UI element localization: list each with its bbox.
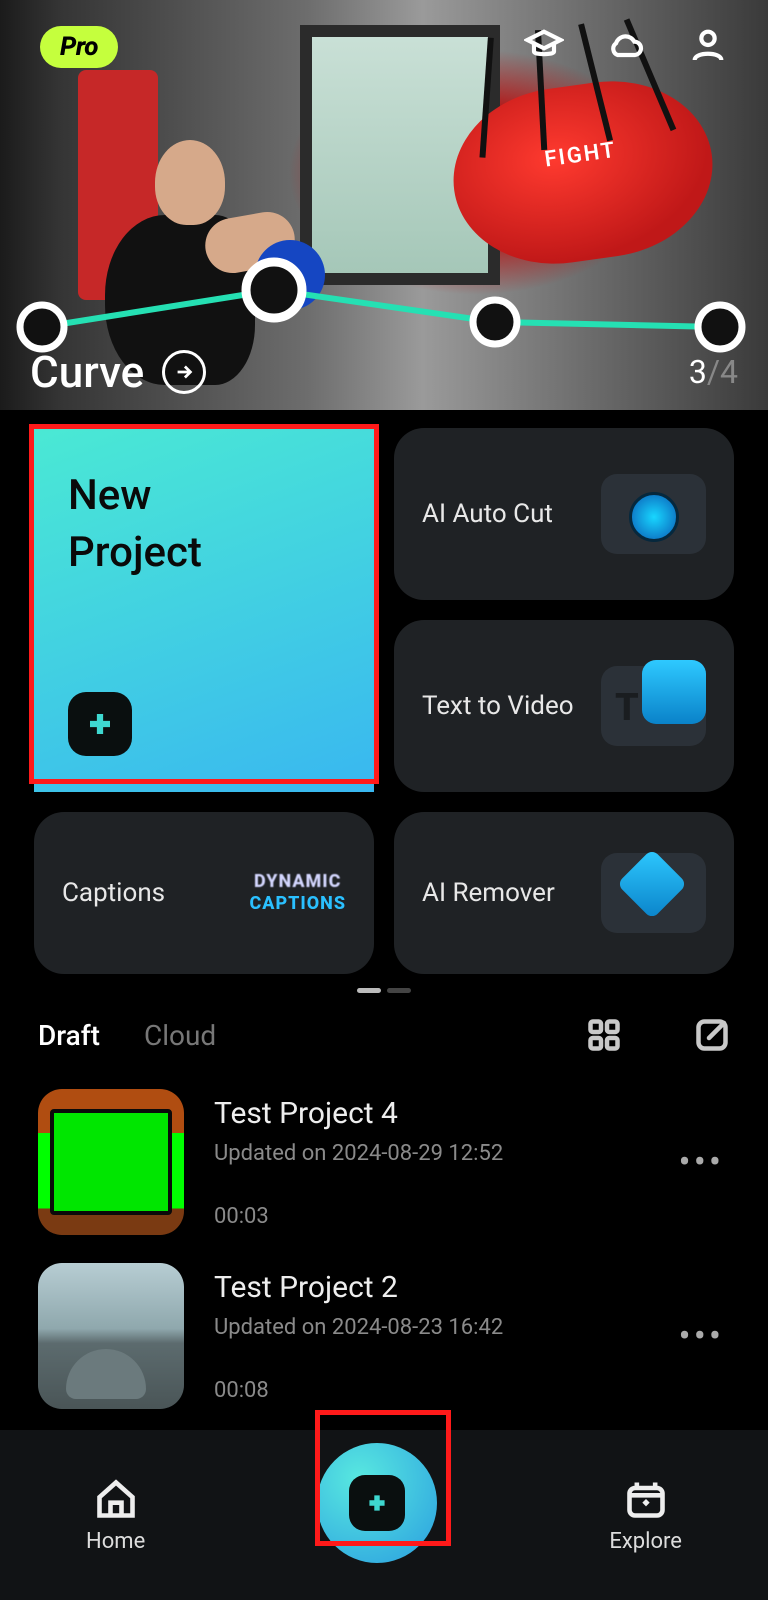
plus-icon — [68, 692, 132, 756]
ai-remover-icon — [601, 853, 706, 933]
project-tabs: Draft Cloud — [0, 1011, 768, 1075]
nav-explore[interactable]: Explore — [609, 1477, 682, 1554]
pro-badge[interactable]: Pro — [40, 26, 118, 68]
project-thumbnail — [38, 1089, 184, 1235]
academy-icon[interactable] — [524, 25, 564, 69]
bottom-nav: Home Explore — [0, 1430, 768, 1600]
project-updated: Updated on 2024-08-29 12:52 — [214, 1141, 649, 1166]
ai-remover-card[interactable]: AI Remover — [394, 812, 734, 974]
features-grid: New Project AI Auto Cut Text to Video Ca… — [0, 410, 768, 978]
ai-auto-cut-icon — [601, 474, 706, 554]
page-dots — [0, 978, 768, 1011]
nav-explore-label: Explore — [609, 1529, 682, 1554]
nav-home[interactable]: Home — [86, 1477, 145, 1554]
project-duration: 00:08 — [214, 1378, 649, 1403]
captions-label: Captions — [62, 878, 165, 908]
banner-title: Curve — [30, 346, 144, 398]
projects-list: Test Project 4 Updated on 2024-08-29 12:… — [0, 1075, 768, 1423]
tab-draft[interactable]: Draft — [38, 1019, 100, 1052]
new-project-label: New Project — [68, 468, 202, 581]
grid-view-icon[interactable] — [586, 1017, 622, 1053]
more-icon[interactable]: ••• — [679, 1331, 730, 1342]
project-row[interactable]: Test Project 2 Updated on 2024-08-23 16:… — [38, 1249, 730, 1423]
project-title: Test Project 4 — [214, 1096, 649, 1131]
text-to-video-icon — [601, 666, 706, 746]
tab-cloud[interactable]: Cloud — [144, 1019, 216, 1052]
banner-title-row[interactable]: Curve — [30, 346, 206, 398]
project-title: Test Project 2 — [214, 1270, 649, 1305]
project-updated: Updated on 2024-08-23 16:42 — [214, 1315, 649, 1340]
plus-icon — [349, 1475, 405, 1531]
hero-banner[interactable]: Pro Curve 3/4 — [0, 0, 768, 410]
nav-home-label: Home — [86, 1529, 145, 1554]
arrow-right-icon — [162, 350, 206, 394]
cloud-icon[interactable] — [606, 25, 646, 69]
create-fab[interactable] — [317, 1443, 437, 1563]
project-row[interactable]: Test Project 4 Updated on 2024-08-29 12:… — [38, 1075, 730, 1249]
text-to-video-label: Text to Video — [422, 691, 574, 721]
banner-page-indicator: 3/4 — [689, 353, 738, 391]
ai-auto-cut-label: AI Auto Cut — [422, 499, 553, 529]
project-duration: 00:03 — [214, 1204, 649, 1229]
more-icon[interactable]: ••• — [679, 1157, 730, 1168]
project-thumbnail — [38, 1263, 184, 1409]
profile-icon[interactable] — [688, 25, 728, 69]
captions-card[interactable]: Captions DYNAMIC CAPTIONS — [34, 812, 374, 974]
captions-icon: DYNAMIC CAPTIONS — [249, 871, 346, 914]
ai-auto-cut-card[interactable]: AI Auto Cut — [394, 428, 734, 600]
text-to-video-card[interactable]: Text to Video — [394, 620, 734, 792]
ai-remover-label: AI Remover — [422, 878, 555, 908]
new-project-card[interactable]: New Project — [34, 428, 374, 792]
edit-icon[interactable] — [694, 1017, 730, 1053]
